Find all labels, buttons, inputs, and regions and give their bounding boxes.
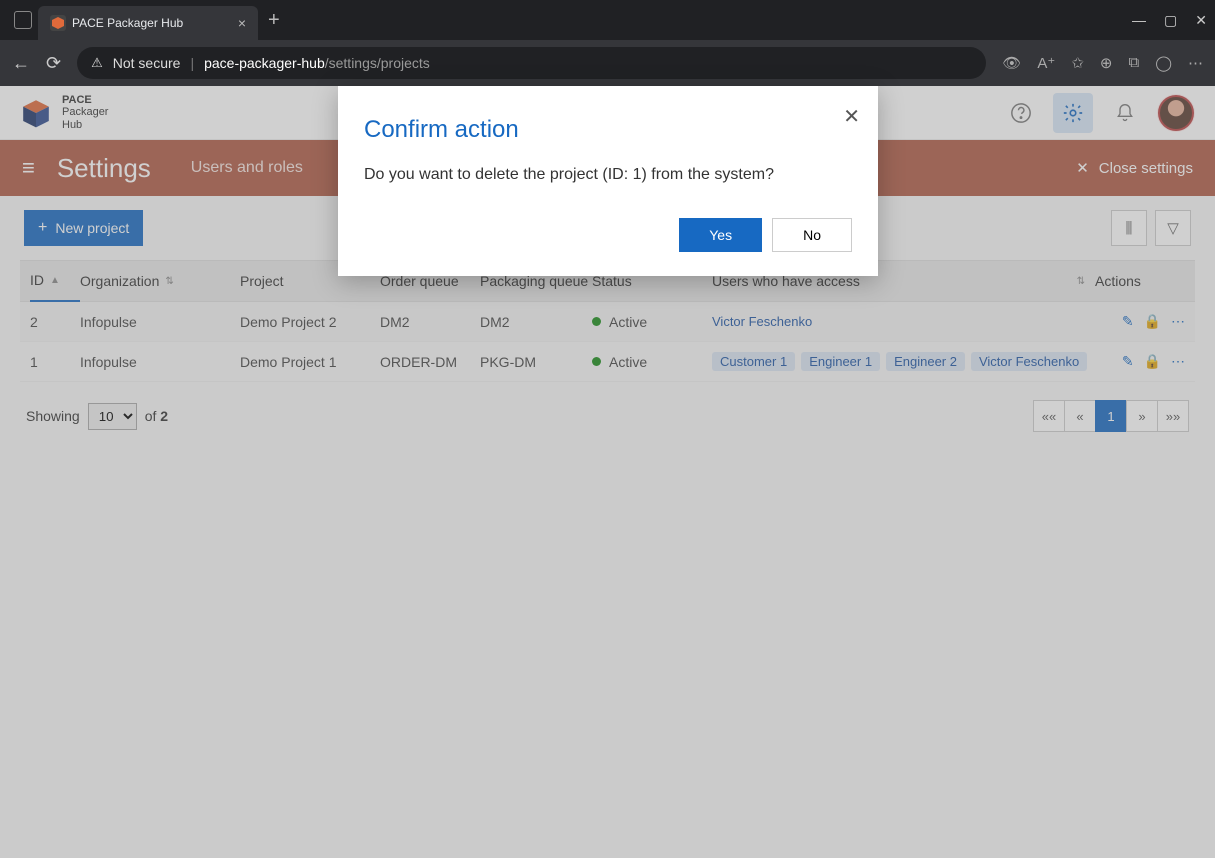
tabs-overview-icon[interactable]	[14, 11, 32, 29]
browser-titlebar: PACE Packager Hub × + — ▢ ✕	[0, 0, 1215, 40]
collections-icon[interactable]: ⧉	[1128, 54, 1139, 72]
confirm-dialog: ✕ Confirm action Do you want to delete t…	[338, 86, 878, 276]
tab-title: PACE Packager Hub	[72, 16, 183, 30]
dialog-title: Confirm action	[364, 116, 852, 144]
dialog-message: Do you want to delete the project (ID: 1…	[364, 166, 852, 184]
nav-back-icon[interactable]: ←	[12, 53, 30, 74]
reader-icon[interactable]: A⁺	[1037, 54, 1055, 72]
not-secure-icon: ⚠	[91, 55, 103, 71]
url-field[interactable]: ⚠ Not secure | pace-packager-hub/setting…	[77, 47, 986, 79]
profile-icon[interactable]: ◯	[1155, 54, 1172, 72]
nav-refresh-icon[interactable]: ⟳	[46, 53, 61, 74]
window-minimize-icon[interactable]: —	[1132, 12, 1146, 29]
tab-close-icon[interactable]: ×	[238, 15, 246, 31]
dialog-close-icon[interactable]: ✕	[843, 104, 860, 129]
new-tab-button[interactable]: +	[268, 9, 280, 32]
app-menu-icon[interactable]: ⋯	[1188, 54, 1203, 72]
no-button[interactable]: No	[772, 218, 852, 252]
window-maximize-icon[interactable]: ▢	[1164, 12, 1177, 29]
favorites-bar-icon[interactable]: ⊕	[1100, 54, 1113, 72]
window-close-icon[interactable]: ✕	[1195, 12, 1207, 29]
browser-addressbar: ← ⟳ ⚠ Not secure | pace-packager-hub/set…	[0, 40, 1215, 86]
favorite-icon[interactable]: ✩	[1071, 54, 1084, 72]
yes-button[interactable]: Yes	[679, 218, 762, 252]
browser-tab[interactable]: PACE Packager Hub ×	[38, 6, 258, 40]
app-viewport: PACE Packager Hub ≡ Settings Users and r…	[0, 86, 1215, 858]
read-aloud-icon[interactable]: 👁	[1002, 54, 1021, 72]
url-host: pace-packager-hub	[204, 55, 325, 71]
not-secure-label: Not secure	[113, 55, 181, 71]
url-path: /settings/projects	[325, 55, 430, 71]
tab-favicon	[50, 15, 66, 31]
